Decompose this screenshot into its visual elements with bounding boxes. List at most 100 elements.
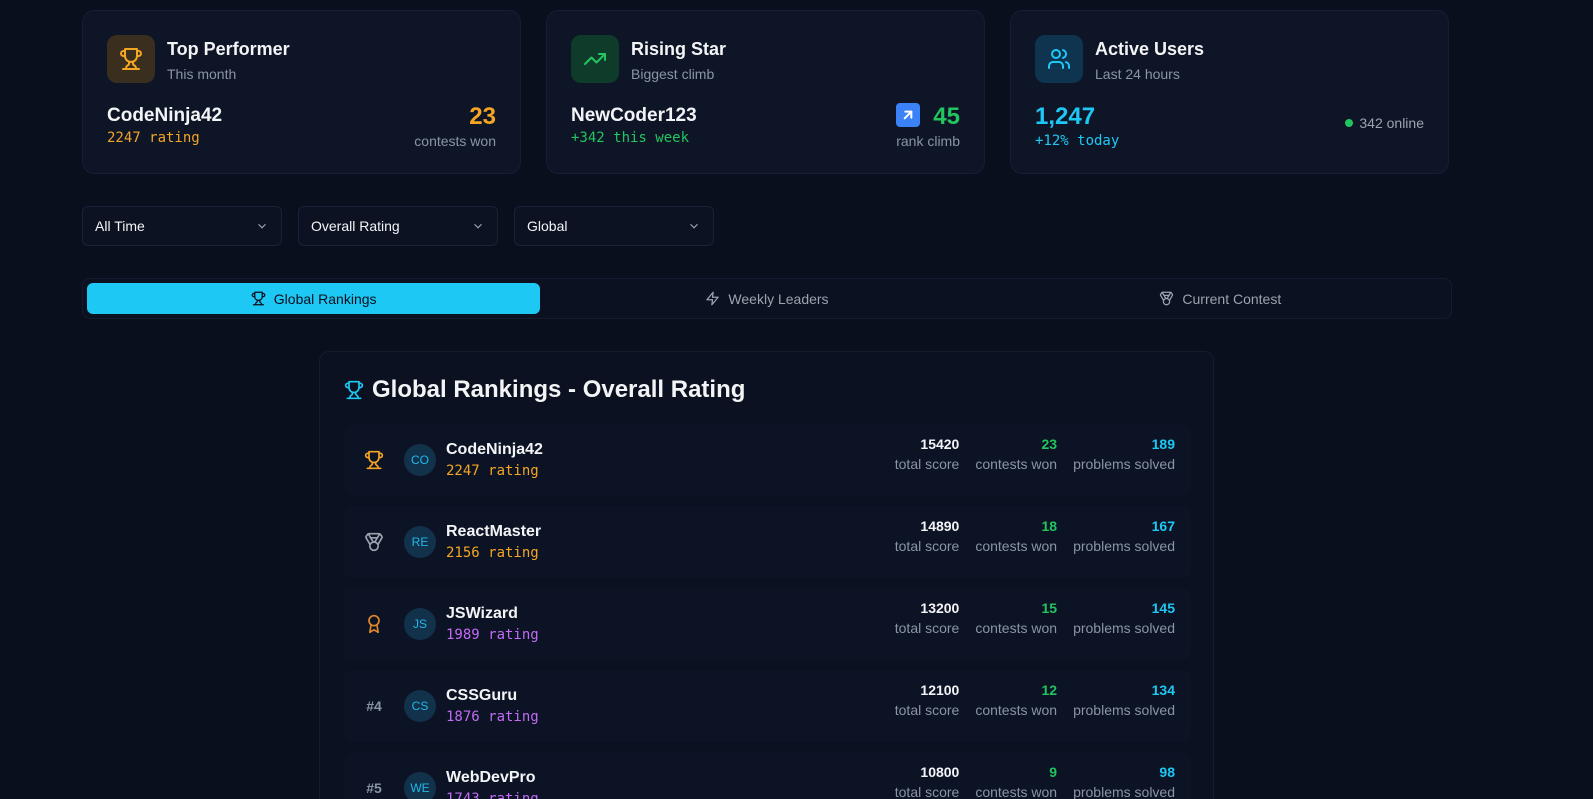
avatar: RE (404, 526, 436, 558)
tab-label: Weekly Leaders (728, 290, 829, 307)
user-rating: 1743 rating (446, 791, 539, 799)
leaderboard-page: Top Performer This month CodeNinja42 224… (0, 0, 1593, 799)
problems-solved-value: 134 (1151, 682, 1175, 698)
medal-icon (365, 532, 383, 552)
rankings-title: Global Rankings - Overall Rating (372, 376, 746, 403)
rank-badge (344, 532, 404, 552)
rising-star-change: +342 this week (571, 130, 690, 146)
contests-won-label: contests won (414, 133, 496, 149)
problems-solved-value: 98 (1159, 764, 1175, 780)
card-subtitle: Last 24 hours (1095, 66, 1180, 82)
contests-won-value: 9 (1049, 764, 1058, 780)
select-value: Global (527, 218, 568, 234)
username[interactable]: CodeNinja42 (446, 441, 543, 459)
ranking-row[interactable]: #4 CS CSSGuru 1876 rating 12100 total sco… (344, 670, 1191, 742)
username[interactable]: ReactMaster (446, 523, 541, 541)
user-rating: 1876 rating (446, 709, 539, 725)
contests-won-value: 23 (469, 103, 496, 130)
username[interactable]: WebDevPro (446, 769, 539, 787)
ranking-row[interactable]: CO CodeNinja42 2247 rating 15420 total sc… (344, 424, 1191, 496)
tab-weekly-leaders[interactable]: Weekly Leaders (540, 283, 993, 314)
row-metrics: 14890 total score 18 contests won 167 probl… (895, 518, 1175, 554)
user-info: WebDevPro 1743 rating (446, 769, 539, 799)
contests-won: 12 contests won (975, 682, 1057, 718)
avatar: CO (404, 444, 436, 476)
select-value: Overall Rating (311, 218, 400, 234)
username[interactable]: CSSGuru (446, 687, 539, 705)
chevron-down-icon (690, 223, 698, 229)
total-score: 13200 total score (895, 600, 960, 636)
chevron-down-icon (474, 223, 482, 229)
total-score: 14890 total score (895, 518, 960, 554)
user-info: ReactMaster 2156 rating (446, 523, 541, 561)
contests-won-value: 23 (1041, 436, 1058, 452)
row-metrics: 10800 total score 9 contests won 98 problem… (895, 764, 1175, 799)
top-performer-card: Top Performer This month CodeNinja42 224… (82, 10, 521, 174)
users-icon (1035, 35, 1083, 83)
problems-solved-label: problems solved (1073, 784, 1175, 799)
card-title: Active Users (1095, 39, 1205, 59)
award-icon (368, 614, 380, 634)
user-rating: 2247 rating (446, 463, 539, 479)
rank-climb-label: rank climb (896, 133, 960, 149)
trophy-icon (107, 35, 155, 83)
card-title: Rising Star (631, 39, 727, 59)
problems-solved-value: 189 (1151, 436, 1175, 452)
ranking-row[interactable]: RE ReactMaster 2156 rating 14890 total sc… (344, 506, 1191, 578)
rank-badge (344, 450, 404, 470)
user-info: CodeNinja42 2247 rating (446, 441, 543, 479)
avatar: CS (404, 690, 436, 722)
rating-type-select[interactable]: Overall Rating (298, 206, 498, 246)
tab-label: Current Contest (1182, 290, 1282, 307)
active-users-count: 1,247 (1035, 103, 1096, 130)
trophy-icon (344, 380, 364, 400)
arrow-up-right-icon (896, 103, 920, 127)
total-score: 15420 total score (895, 436, 960, 472)
stat-cards: Top Performer This month CodeNinja42 224… (82, 10, 1449, 174)
contests-won: 18 contests won (975, 518, 1057, 554)
region-select[interactable]: Global (514, 206, 714, 246)
tab-global-rankings[interactable]: Global Rankings (87, 283, 541, 314)
total-score: 10800 total score (895, 764, 960, 799)
trophy-icon (251, 291, 266, 306)
online-count: 342 online (1359, 115, 1424, 131)
user-info: CSSGuru 1876 rating (446, 687, 539, 725)
contests-won-label: contests won (975, 702, 1058, 718)
contests-won-label: contests won (975, 620, 1058, 636)
contests-won-label: contests won (975, 456, 1058, 472)
rising-star-name[interactable]: NewCoder123 (571, 105, 697, 127)
problems-solved: 98 problems solved (1073, 764, 1175, 799)
ranking-row[interactable]: JS JSWizard 1989 rating 13200 total score… (344, 588, 1191, 660)
problems-solved-label: problems solved (1073, 456, 1175, 472)
online-status: 342 online (1345, 115, 1424, 131)
rank-number: #5 (366, 780, 382, 796)
online-dot-icon (1345, 119, 1354, 127)
top-performer-rating: 2247 rating (107, 130, 200, 146)
time-range-select[interactable]: All Time (82, 206, 282, 246)
user-rating: 2156 rating (446, 545, 539, 561)
row-metrics: 15420 total score 23 contests won 189 probl… (895, 436, 1175, 472)
total-score: 12100 total score (895, 682, 960, 718)
contests-won-value: 18 (1041, 518, 1058, 534)
contests-won: 23 contests won (975, 436, 1057, 472)
trending-up-icon (571, 35, 619, 83)
rank-climb-value: 45 (933, 103, 960, 130)
top-performer-name[interactable]: CodeNinja42 (107, 105, 222, 127)
rankings-panel: Global Rankings - Overall Rating CO Code… (319, 351, 1214, 799)
total-score-label: total score (894, 702, 960, 718)
user-rating: 1989 rating (446, 627, 539, 643)
row-metrics: 13200 total score 15 contests won 145 probl… (895, 600, 1175, 636)
problems-solved: 167 problems solved (1073, 518, 1175, 554)
tab-bar: Global Rankings Weekly Leaders Current C… (82, 278, 1452, 319)
tab-current-contest[interactable]: Current Contest (994, 283, 1447, 314)
card-title: Top Performer (167, 39, 290, 59)
rankings-list: CO CodeNinja42 2247 rating 15420 total sc… (344, 424, 1191, 799)
total-score-value: 12100 (920, 682, 960, 698)
total-score-label: total score (894, 620, 960, 636)
problems-solved-label: problems solved (1073, 538, 1175, 554)
ranking-row[interactable]: #5 WE WebDevPro 1743 rating 10800 total s… (344, 752, 1191, 799)
problems-solved-value: 145 (1151, 600, 1175, 616)
total-score-value: 15420 (920, 436, 960, 452)
username[interactable]: JSWizard (446, 605, 539, 623)
select-value: All Time (95, 218, 145, 234)
